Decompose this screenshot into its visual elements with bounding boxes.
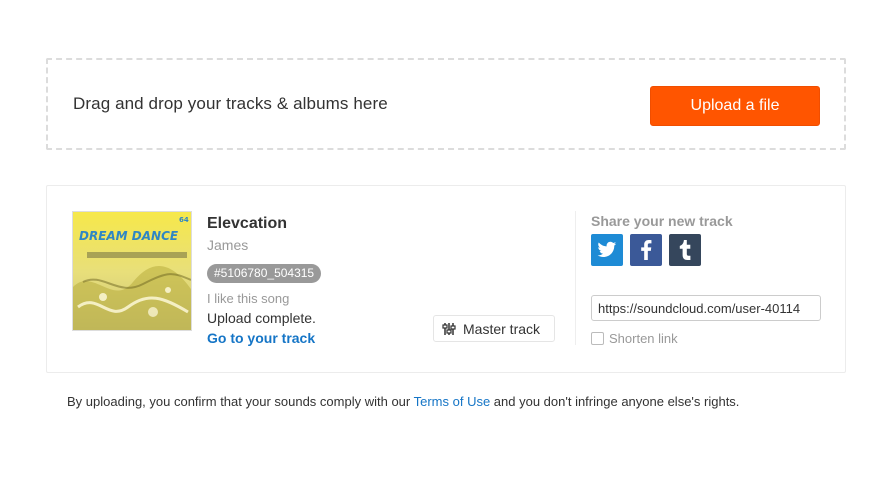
terms-text-after: and you don't infringe anyone else's rig…: [490, 394, 740, 409]
master-track-label: Master track: [463, 320, 541, 337]
track-description: I like this song: [207, 291, 290, 306]
upload-status: Upload complete.: [207, 310, 316, 326]
track-artist: James: [207, 237, 249, 253]
card-divider: [575, 211, 576, 345]
share-title: Share your new track: [591, 213, 733, 229]
tumblr-icon[interactable]: [669, 234, 701, 266]
sliders-icon: [442, 322, 456, 335]
facebook-icon[interactable]: [630, 234, 662, 266]
shorten-link-label: Shorten link: [609, 331, 678, 346]
go-to-track-link[interactable]: Go to your track: [207, 330, 315, 346]
artwork-text: DREAM DANCE: [79, 229, 179, 243]
twitter-icon[interactable]: [591, 234, 623, 266]
track-title: Elevcation: [207, 215, 288, 232]
track-tag[interactable]: #5106780_504315: [207, 264, 322, 283]
upload-file-button[interactable]: Upload a file: [650, 86, 820, 126]
shorten-link-toggle[interactable]: Shorten link: [591, 331, 678, 346]
dropzone-instructions: Drag and drop your tracks & albums here: [73, 94, 388, 113]
shorten-link-checkbox[interactable]: [591, 332, 604, 345]
track-url-field[interactable]: [591, 295, 821, 321]
uploaded-track-card: DREAM DANCE 64 Elevcation James #5106780…: [46, 185, 846, 373]
share-icons: [591, 234, 701, 266]
artwork-number: 64: [179, 216, 189, 224]
upload-dropzone[interactable]: Drag and drop your tracks & albums here …: [46, 58, 846, 150]
track-artwork: DREAM DANCE 64: [72, 211, 192, 331]
terms-of-use-link[interactable]: Terms of Use: [414, 394, 491, 409]
terms-notice: By uploading, you confirm that your soun…: [67, 394, 739, 409]
terms-text-before: By uploading, you confirm that your soun…: [67, 394, 414, 409]
master-track-button[interactable]: Master track: [433, 315, 555, 342]
